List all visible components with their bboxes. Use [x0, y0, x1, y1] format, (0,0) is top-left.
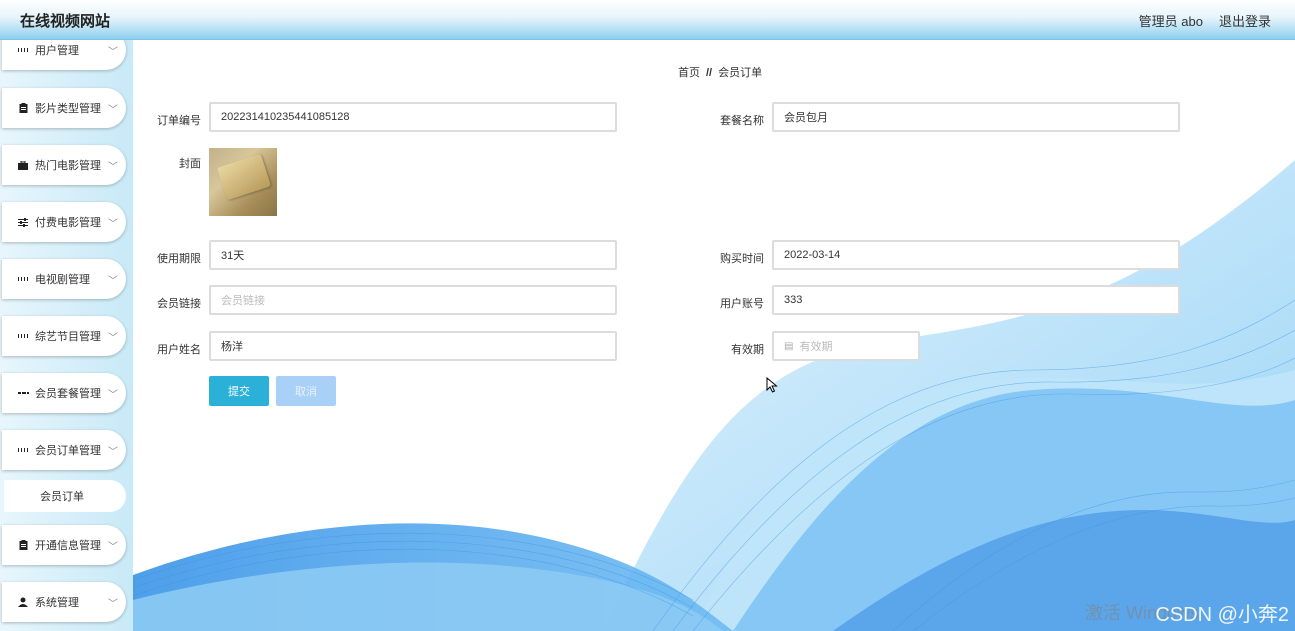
breadcrumb-separator: // [706, 67, 713, 79]
sidebar-item-label: 影片类型管理 [35, 103, 101, 115]
sidebar-item-paid-movie-management[interactable]: 付费电影管理 ﹀ [2, 202, 126, 242]
chevron-down-icon: ﹀ [108, 447, 118, 458]
breadcrumb-home[interactable]: 首页 [678, 67, 700, 79]
purchase-time-input[interactable]: 2022-03-14 [772, 240, 1180, 270]
membership-card-image [216, 153, 272, 201]
package-name-label: 套餐名称 [720, 115, 764, 127]
logout-link[interactable]: 退出登录 [1219, 11, 1271, 30]
sidebar-item-label: 用户管理 [35, 45, 79, 57]
cancel-button[interactable]: 取消 [276, 376, 336, 406]
chevron-down-icon: ﹀ [108, 162, 118, 173]
sidebar-item-label: 热门电影管理 [35, 160, 101, 172]
chevron-down-icon: ﹀ [108, 542, 118, 553]
chevron-down-icon: ﹀ [108, 333, 118, 344]
site-title: 在线视频网站 [20, 13, 111, 30]
sidebar-item-membership-package-management[interactable]: 会员套餐管理 ﹀ [2, 373, 126, 413]
admin-label: 管理员 abo [1138, 14, 1203, 29]
user-name-label: 用户姓名 [157, 344, 201, 356]
grid9-icon [18, 388, 28, 398]
chevron-down-icon: ﹀ [108, 276, 118, 287]
briefcase-icon [18, 160, 28, 170]
sidebar-item-hot-movie-management[interactable]: 热门电影管理 ﹀ [2, 145, 126, 185]
sidebar: 用户管理 ﹀ 影片类型管理 ﹀ 热门电影管理 ﹀ 付费电影管理 ﹀ 电视剧管理 … [0, 40, 133, 631]
sidebar-item-user-management[interactable]: 用户管理 ﹀ [2, 40, 126, 70]
sidebar-item-label: 开通信息管理 [35, 540, 101, 552]
member-link-input[interactable]: 会员链接 [209, 285, 617, 315]
chevron-down-icon: ﹀ [108, 390, 118, 401]
order-no-label: 订单编号 [157, 115, 201, 127]
cover-image[interactable] [209, 148, 277, 216]
sidebar-item-system-management[interactable]: 系统管理 ﹀ [2, 582, 126, 622]
sidebar-item-variety-show-management[interactable]: 综艺节目管理 ﹀ [2, 316, 126, 356]
sidebar-item-membership-order-management[interactable]: 会员订单管理 ﹀ [2, 430, 126, 470]
sidebar-item-tv-series-management[interactable]: 电视剧管理 ﹀ [2, 259, 126, 299]
grid-icon [18, 445, 28, 455]
submit-button[interactable]: 提交 [209, 376, 269, 406]
validity-date-picker[interactable]: ▤ 有效期 [772, 331, 920, 361]
duration-label: 使用期限 [157, 253, 201, 265]
user-account-label: 用户账号 [720, 298, 764, 310]
grid-icon [18, 45, 28, 55]
sidebar-item-activation-info-management[interactable]: 开通信息管理 ﹀ [2, 525, 126, 565]
sidebar-item-film-type-management[interactable]: 影片类型管理 ﹀ [2, 88, 126, 128]
user-icon [18, 597, 28, 607]
breadcrumb: 首页 // 会员订单 [678, 64, 762, 80]
sidebar-item-label: 付费电影管理 [35, 217, 101, 229]
user-name-input[interactable]: 杨洋 [209, 331, 617, 361]
sidebar-subitem-label: 会员订单 [40, 491, 84, 503]
validity-placeholder: 有效期 [799, 341, 833, 353]
chevron-down-icon: ﹀ [108, 599, 118, 610]
duration-input[interactable]: 31天 [209, 240, 617, 270]
cover-label: 封面 [179, 158, 201, 170]
sliders-icon [18, 217, 28, 227]
chevron-down-icon: ﹀ [108, 105, 118, 116]
csdn-watermark: CSDN @小奔2 [1155, 604, 1289, 626]
member-link-label: 会员链接 [157, 298, 201, 310]
user-account-input[interactable]: 333 [772, 285, 1180, 315]
validity-label: 有效期 [731, 344, 764, 356]
sidebar-subitem-membership-order[interactable]: 会员订单 [4, 480, 126, 512]
sidebar-item-label: 电视剧管理 [35, 274, 90, 286]
header-user-area: 管理员 abo 退出登录 [1139, 11, 1271, 30]
top-header: 在线视频网站 管理员 abo 退出登录 [0, 0, 1295, 40]
mouse-cursor-icon [766, 377, 778, 393]
package-name-input[interactable]: 会员包月 [772, 102, 1180, 132]
clipboard-icon [18, 103, 28, 113]
grid-icon [18, 331, 28, 341]
main-content: 首页 // 会员订单 订单编号 202231410235441085128 套餐名称… [133, 40, 1295, 631]
sidebar-item-label: 系统管理 [35, 597, 79, 609]
grid-icon [18, 274, 28, 284]
clipboard-icon [18, 540, 28, 550]
calendar-icon: ▤ [784, 340, 794, 352]
sidebar-item-label: 综艺节目管理 [35, 331, 101, 343]
chevron-down-icon: ﹀ [108, 219, 118, 230]
breadcrumb-current: 会员订单 [718, 67, 763, 79]
chevron-down-icon: ﹀ [108, 47, 118, 58]
order-no-input[interactable]: 202231410235441085128 [209, 102, 617, 132]
purchase-time-label: 购买时间 [720, 253, 764, 265]
sidebar-item-label: 会员订单管理 [35, 445, 101, 457]
sidebar-item-label: 会员套餐管理 [35, 388, 101, 400]
